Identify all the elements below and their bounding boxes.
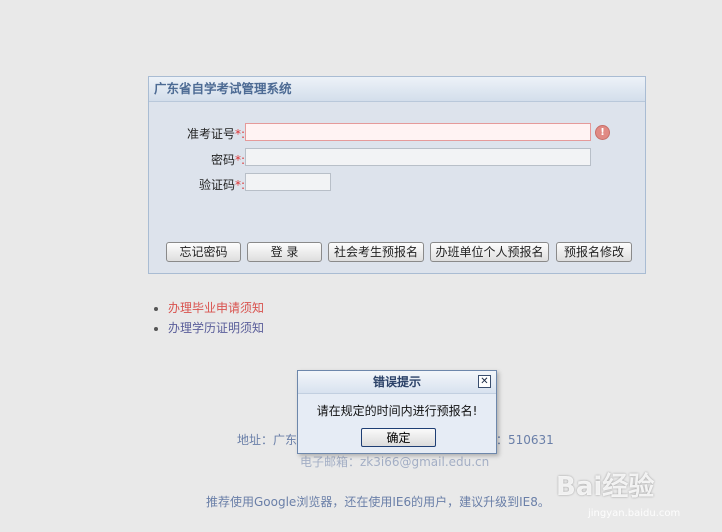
prereg-modify-button[interactable]: 预报名修改 [556,242,632,262]
social-prereg-button[interactable]: 社会考生预报名 [328,242,424,262]
list-item: 办理学历证明须知 [168,318,264,338]
address-text: 地址：广东 [237,433,298,447]
password-row: 密码*: [149,149,245,169]
login-panel: 广东省自学考试管理系统 准考证号*: ! 密码*: 验证码*: 忘记密码 登 录… [148,76,646,274]
dialog-message: 请在规定的时间内进行预报名! [316,404,478,418]
ticket-number-input[interactable] [245,123,591,141]
ticket-row: 准考证号*: [149,123,245,143]
password-label: 密码*: [210,153,245,167]
dialog-title: 错误提示 ✕ [298,371,496,394]
certificate-notice-link[interactable]: 办理学历证明须知 [168,321,264,335]
notice-links: 办理毕业申请须知 办理学历证明须知 [150,298,264,338]
error-icon: ! [595,125,610,140]
captcha-label: 验证码*: [198,178,245,192]
panel-title: 广东省自学考试管理系统 [149,77,645,102]
password-input[interactable] [245,148,591,166]
class-prereg-button[interactable]: 办班单位个人预报名 [430,242,549,262]
login-button[interactable]: 登 录 [247,242,322,262]
ticket-label: 准考证号*: [186,127,245,141]
captcha-row: 验证码*: [149,174,245,194]
forgot-password-button[interactable]: 忘记密码 [166,242,241,262]
browser-tip-text: 推荐使用Google浏览器，还在使用IE6的用户，建议升级到IE8。 [206,495,550,509]
list-item: 办理毕业申请须知 [168,298,264,318]
baidu-watermark-url: jingyan.baidu.com [588,508,681,519]
graduation-notice-link[interactable]: 办理毕业申请须知 [168,301,264,315]
close-icon[interactable]: ✕ [478,375,491,388]
email-text: 电子邮箱：zk3i66@gmail.edu.cn [300,455,490,469]
ok-button[interactable]: 确定 [361,428,436,447]
captcha-input[interactable] [245,173,331,191]
baidu-watermark-logo: Bai经验 [556,472,655,502]
error-dialog: 错误提示 ✕ 请在规定的时间内进行预报名! 确定 [297,370,497,454]
postcode-text: ：510631 [496,433,554,447]
dialog-title-text: 错误提示 [372,375,421,389]
